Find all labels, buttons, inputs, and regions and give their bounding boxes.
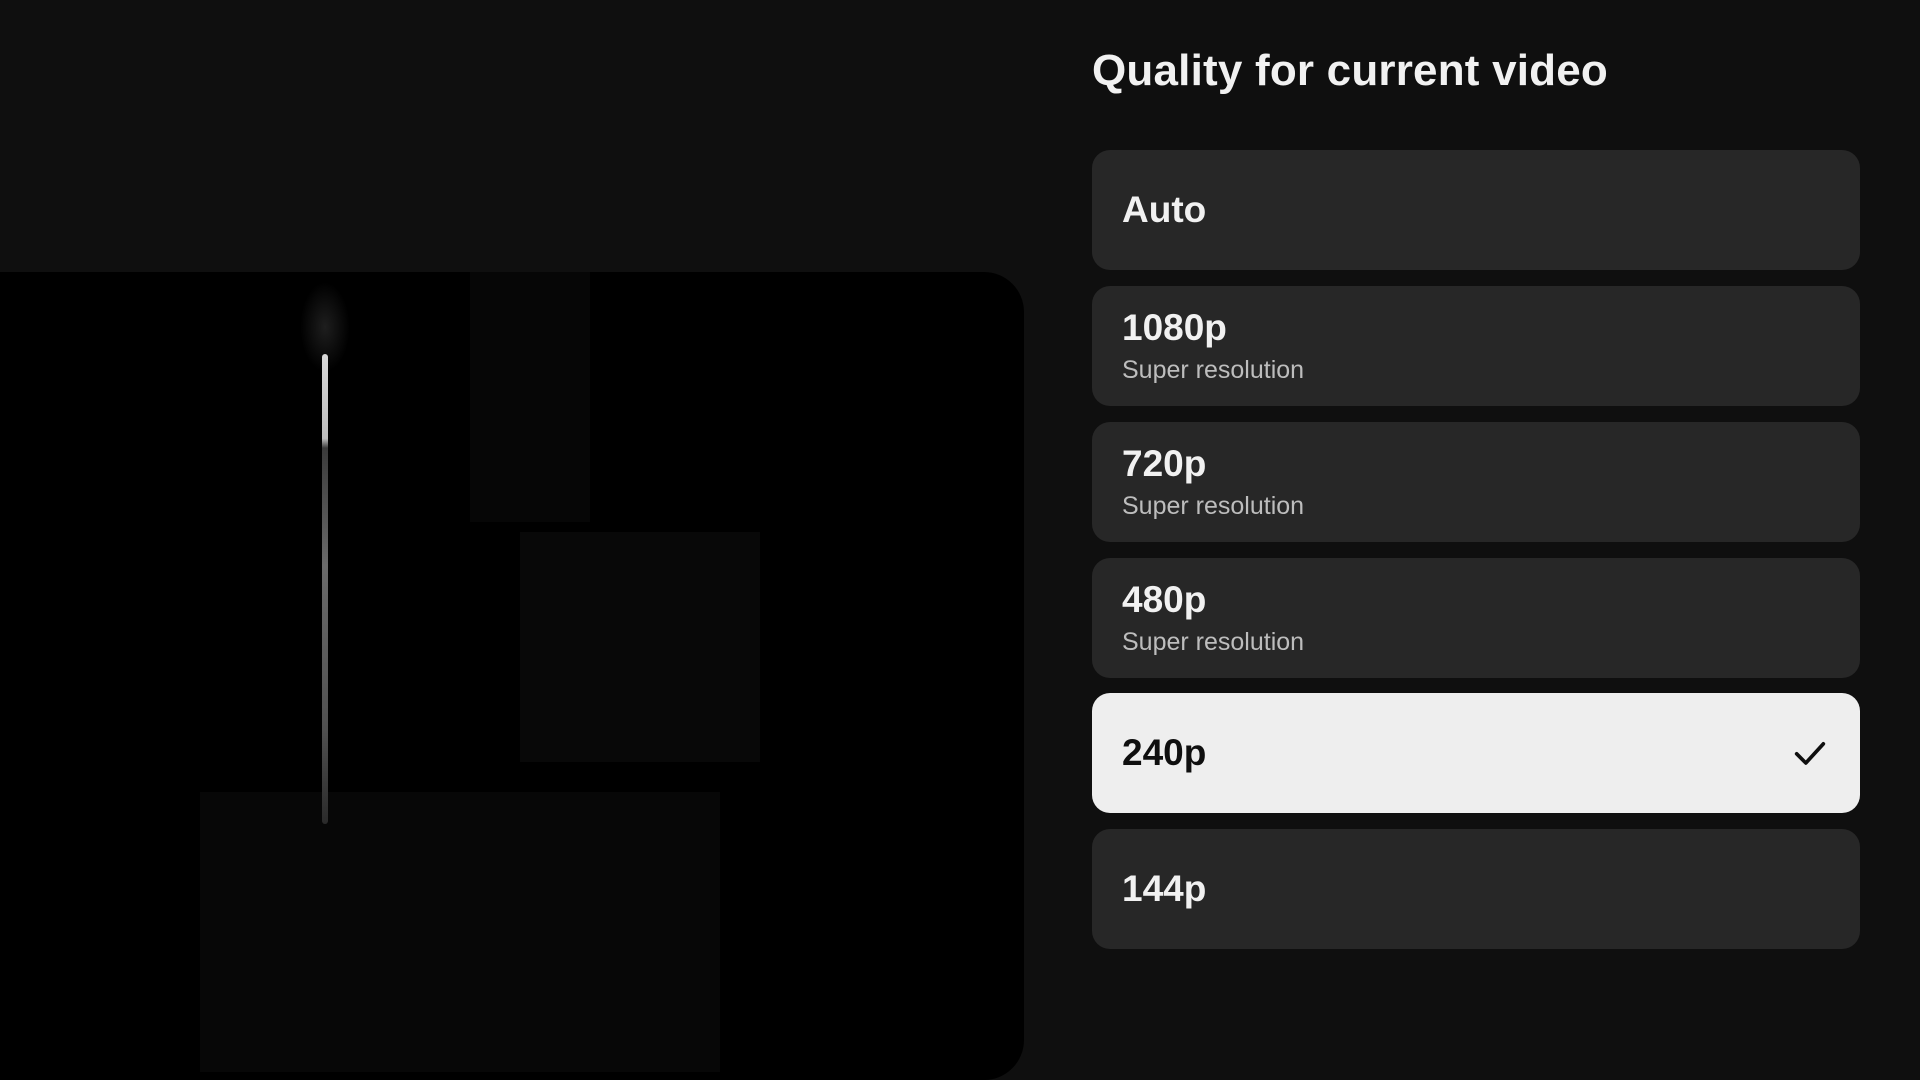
video-shadow-region: [470, 272, 590, 522]
option-label: Auto: [1122, 189, 1207, 230]
quality-option-1080p[interactable]: 1080p Super resolution: [1092, 286, 1860, 406]
quality-option-480p[interactable]: 480p Super resolution: [1092, 558, 1860, 678]
video-shadow-region: [520, 532, 760, 762]
quality-option-144p[interactable]: 144p: [1092, 829, 1860, 949]
quality-option-720p[interactable]: 720p Super resolution: [1092, 422, 1860, 542]
quality-settings-screen: Quality for current video Auto 1080p Sup…: [0, 0, 1920, 1080]
option-label: 1080p: [1122, 307, 1227, 348]
quality-option-auto[interactable]: Auto: [1092, 150, 1860, 270]
light-beam: [322, 354, 328, 824]
option-sublabel: Super resolution: [1122, 356, 1305, 384]
option-sublabel: Super resolution: [1122, 628, 1305, 656]
option-label: 144p: [1122, 868, 1207, 909]
quality-option-240p[interactable]: 240p: [1092, 693, 1860, 813]
panel-title: Quality for current video: [1092, 46, 1608, 95]
video-shadow-region: [200, 792, 720, 1072]
checkmark-icon: [1794, 742, 1826, 765]
option-label: 240p: [1122, 732, 1207, 773]
option-label: 480p: [1122, 579, 1207, 620]
option-label: 720p: [1122, 443, 1207, 484]
option-sublabel: Super resolution: [1122, 492, 1305, 520]
video-preview: [0, 272, 1024, 1080]
